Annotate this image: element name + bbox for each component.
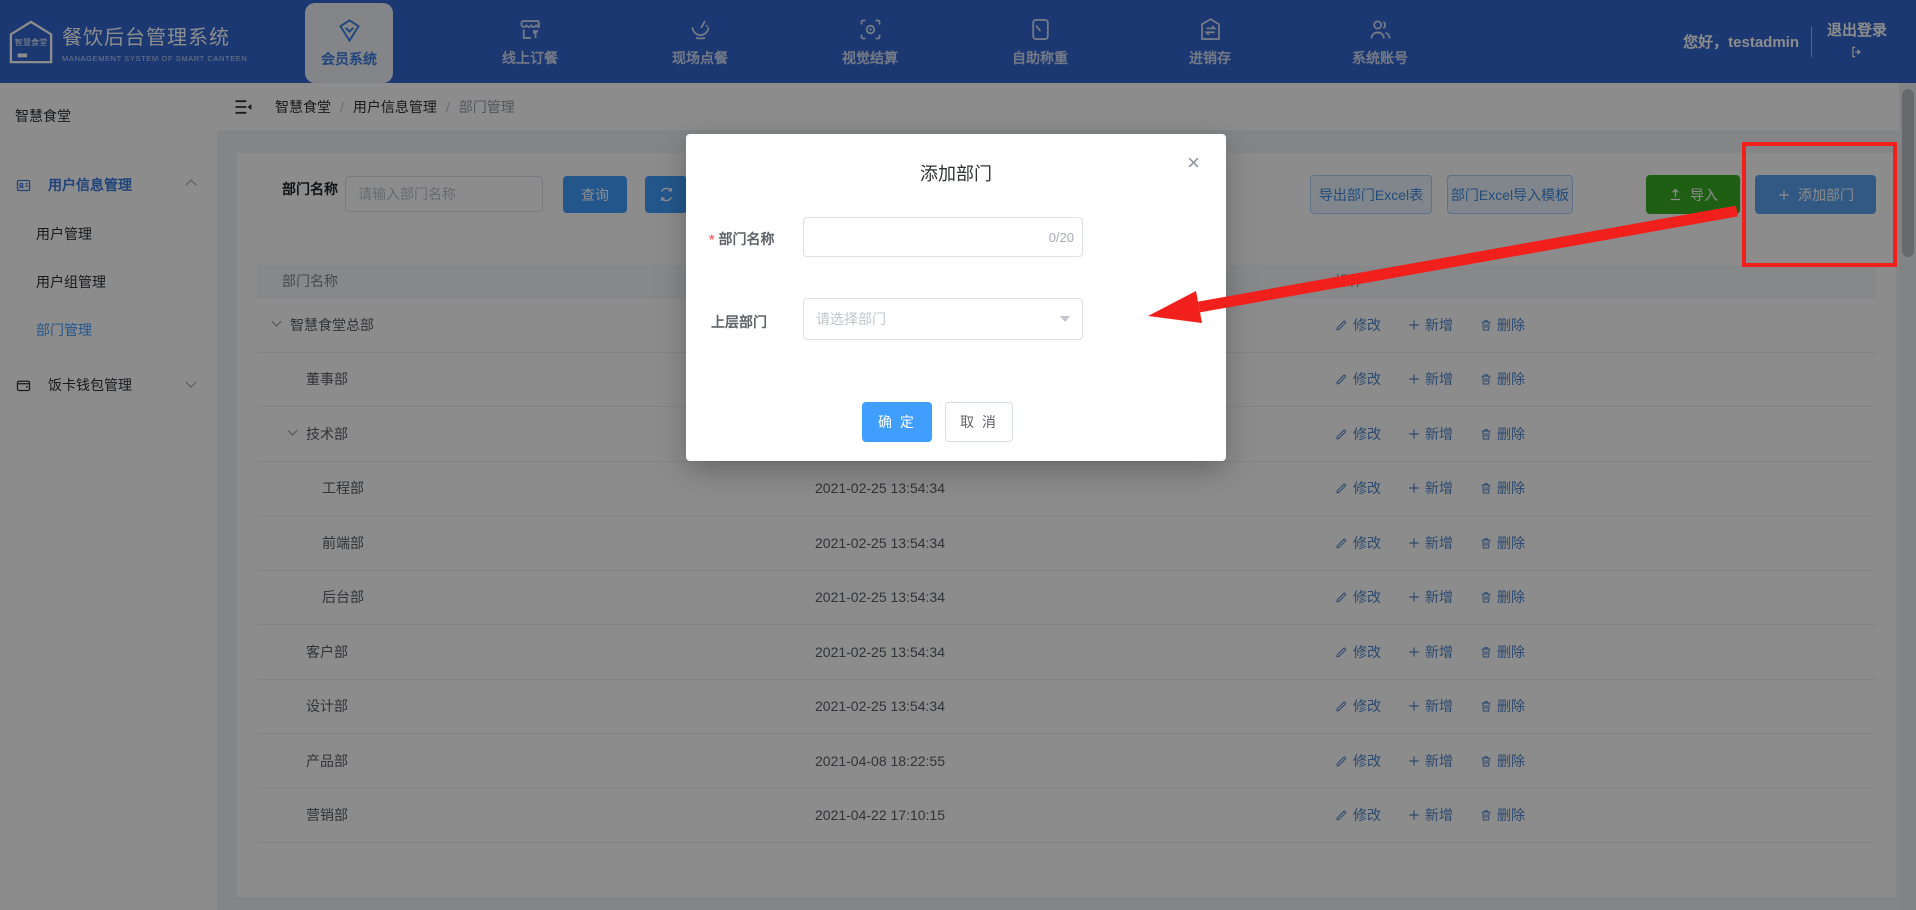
close-icon[interactable]: × <box>1187 152 1200 174</box>
char-counter: 0/20 <box>1028 230 1074 245</box>
confirm-button[interactable]: 确 定 <box>862 402 932 442</box>
name-field-label: *部门名称 <box>709 229 774 249</box>
cancel-button[interactable]: 取 消 <box>945 402 1013 442</box>
caret-down-icon <box>1060 316 1070 322</box>
required-asterisk: * <box>709 231 714 247</box>
add-department-dialog: 添加部门 × *部门名称 0/20 上层部门 请选择部门 确 定 取 消 <box>686 134 1226 461</box>
dialog-title: 添加部门 <box>686 160 1226 186</box>
select-placeholder: 请选择部门 <box>816 309 1060 329</box>
parent-department-select[interactable]: 请选择部门 <box>803 298 1083 340</box>
parent-field-label: 上层部门 <box>711 312 767 332</box>
